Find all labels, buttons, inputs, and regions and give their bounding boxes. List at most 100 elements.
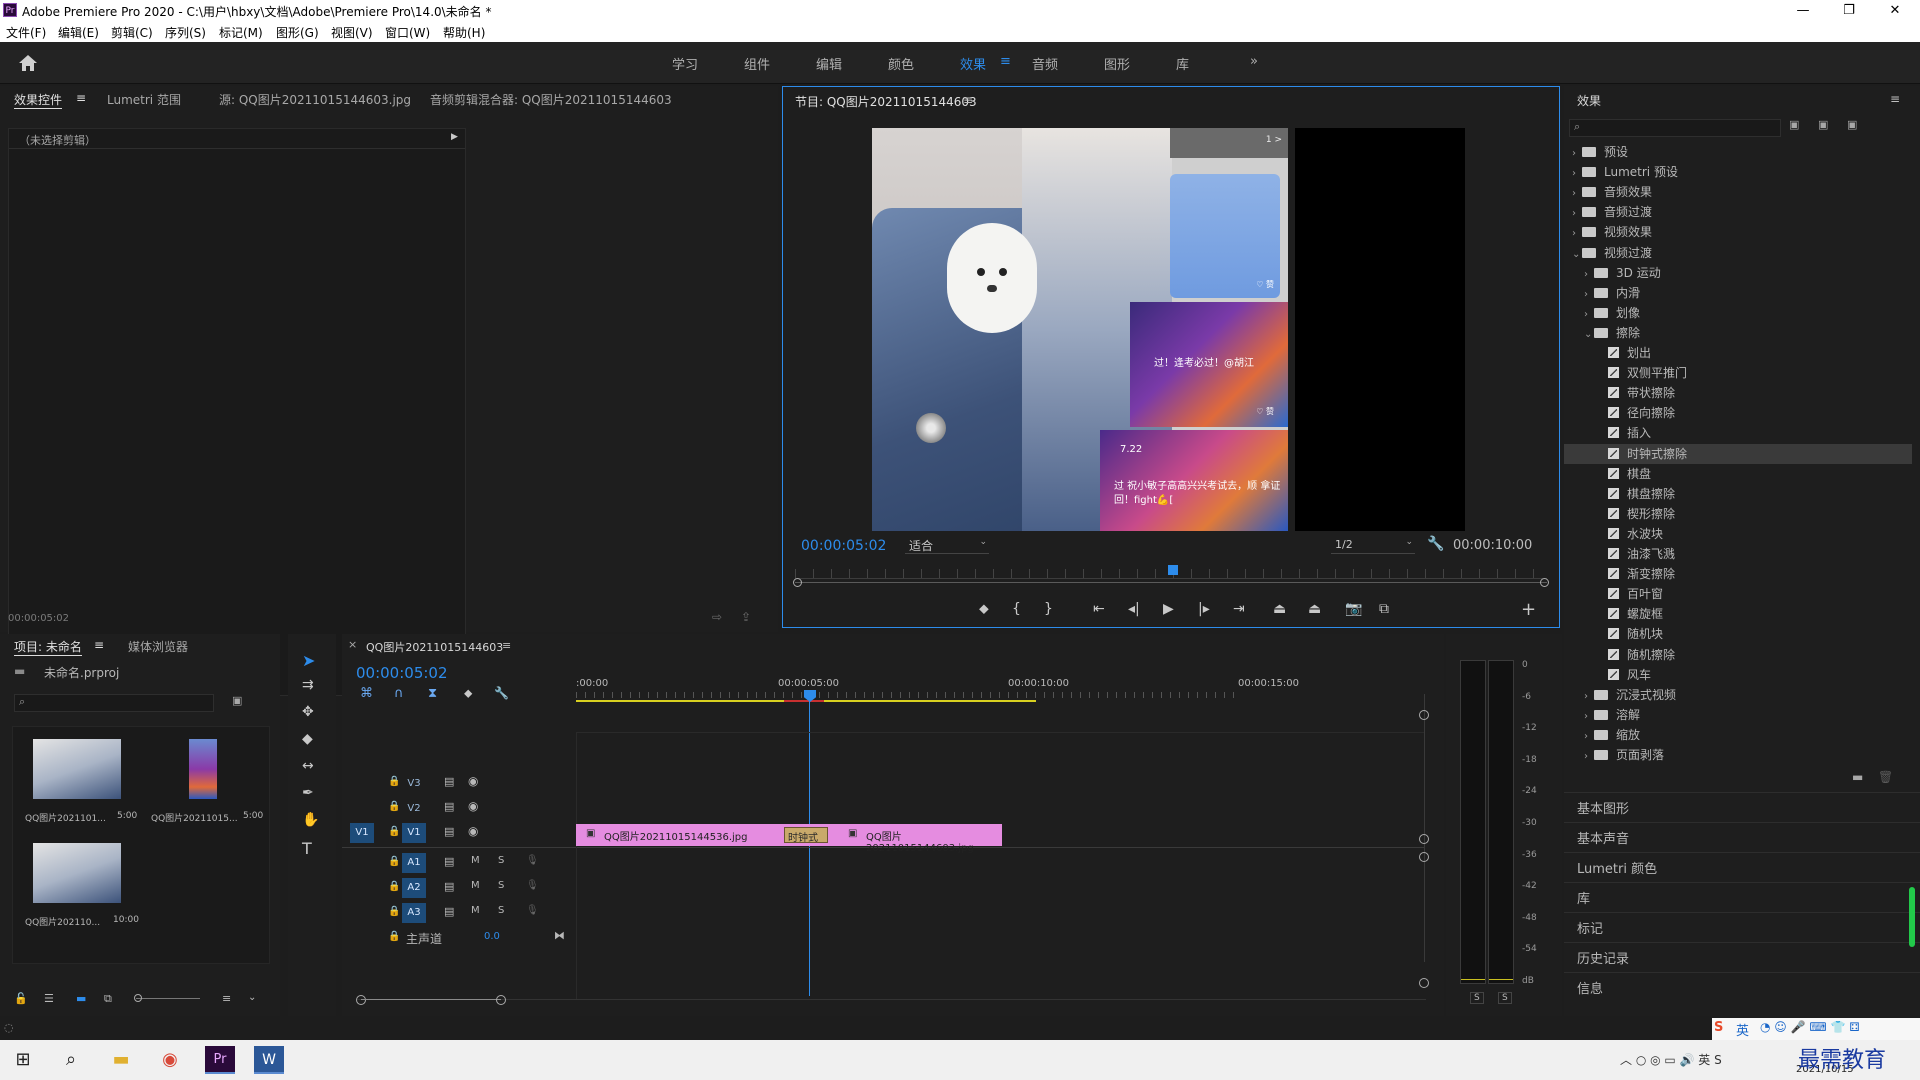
stacked-panel-libraries[interactable]: 库 bbox=[1564, 882, 1920, 907]
stacked-panel-lumetri-color[interactable]: Lumetri 颜色 bbox=[1564, 852, 1920, 877]
effects-tree-item[interactable]: 水波块 bbox=[1564, 524, 1912, 544]
system-tray-icons[interactable]: ︿ ○ ◎ ▭ 🔊 英 S bbox=[1620, 1051, 1722, 1068]
scrollbar[interactable] bbox=[1909, 887, 1915, 947]
eye-icon[interactable]: ◉ bbox=[468, 824, 478, 838]
nest-toggle-icon[interactable]: ⌘ bbox=[360, 686, 373, 701]
zoom-handle-left[interactable] bbox=[793, 578, 802, 587]
mark-out-icon[interactable]: } bbox=[1044, 601, 1053, 617]
effects-panel-title[interactable]: 效果 bbox=[1577, 92, 1601, 109]
workspace-assembly[interactable]: 组件 bbox=[744, 54, 770, 73]
stacked-panel-essential-graphics[interactable]: 基本图形 bbox=[1564, 792, 1920, 817]
menu-graphics[interactable]: 图形(G) bbox=[276, 24, 319, 41]
step-back-icon[interactable]: ◂| bbox=[1128, 601, 1140, 617]
mute-button[interactable]: M bbox=[471, 855, 480, 866]
hand-tool-icon[interactable]: ✋ bbox=[302, 812, 319, 828]
chevron-right-icon[interactable]: › bbox=[1584, 747, 1594, 767]
effects-tree-item[interactable]: › 页面剥落 bbox=[1564, 745, 1912, 765]
ripple-edit-tool-icon[interactable]: ✥ bbox=[302, 704, 314, 720]
chevron-down-icon[interactable]: ⌄ bbox=[248, 992, 256, 1003]
sort-icon[interactable]: ≡ bbox=[222, 992, 231, 1005]
file-explorer-icon[interactable]: ▬ bbox=[106, 1046, 136, 1074]
effects-tree-item[interactable]: 径向擦除 bbox=[1564, 403, 1912, 423]
32bit-effects-icon[interactable]: ▣ bbox=[1818, 118, 1828, 131]
zoom-handle-right[interactable] bbox=[496, 995, 506, 1005]
fit-dropdown[interactable]: 适合 ⌄ bbox=[905, 536, 989, 554]
chevron-down-icon[interactable]: ⌄ bbox=[1572, 245, 1582, 265]
timeline-clip[interactable]: ▣ QQ图片20211015144536.jpg bbox=[576, 824, 802, 846]
transition-clock-wipe[interactable]: 时钟式 bbox=[784, 827, 828, 844]
workspace-graphics[interactable]: 图形 bbox=[1104, 54, 1130, 73]
tab-effect-controls[interactable]: 效果控件 bbox=[14, 91, 63, 109]
eye-icon[interactable]: ◉ bbox=[468, 799, 478, 813]
effects-tree-item[interactable]: 插入 bbox=[1564, 423, 1912, 443]
workspace-more-icon[interactable]: » bbox=[1250, 54, 1258, 69]
scroll-handle[interactable] bbox=[1419, 834, 1429, 844]
effects-tree-item[interactable]: › 缩放 bbox=[1564, 725, 1912, 745]
workspace-libraries[interactable]: 库 bbox=[1176, 54, 1189, 73]
chevron-right-icon[interactable]: › bbox=[1584, 305, 1594, 325]
accelerated-effects-icon[interactable]: ▣ bbox=[1789, 118, 1799, 131]
new-bin-from-search-icon[interactable]: ▣ bbox=[232, 694, 242, 707]
step-forward-icon[interactable]: |▸ bbox=[1198, 601, 1210, 617]
tab-lumetri-scopes[interactable]: Lumetri 范围 bbox=[107, 91, 181, 108]
project-item[interactable]: QQ图片202110... 10:00 bbox=[21, 839, 139, 935]
pen-tool-icon[interactable]: ✒ bbox=[302, 785, 314, 801]
lift-icon[interactable]: ⏏ bbox=[1273, 601, 1286, 617]
tab-media-browser[interactable]: 媒体浏览器 bbox=[128, 638, 188, 655]
effects-tree-item[interactable]: › 内滑 bbox=[1564, 283, 1912, 303]
project-item[interactable]: QQ图片20211015... 5:00 bbox=[147, 735, 265, 831]
track-label-v1[interactable]: V1 bbox=[402, 823, 426, 843]
program-playhead[interactable] bbox=[1168, 565, 1178, 575]
chevron-right-icon[interactable]: › bbox=[1572, 224, 1582, 244]
workspace-learning[interactable]: 学习 bbox=[672, 54, 698, 73]
microphone-icon[interactable]: 🎙 bbox=[526, 855, 539, 866]
effects-tree-item[interactable]: 百叶窗 bbox=[1564, 584, 1912, 604]
premiere-taskbar-icon[interactable]: Pr bbox=[205, 1046, 235, 1074]
scroll-handle[interactable] bbox=[1419, 978, 1429, 988]
timeline-clip[interactable]: ▣ QQ图片20211015144603.jpg bbox=[802, 824, 1002, 854]
sync-lock-icon[interactable]: ▤ bbox=[444, 775, 454, 788]
play-icon[interactable]: ▶ bbox=[1163, 601, 1174, 617]
chevron-right-icon[interactable]: › bbox=[1584, 265, 1594, 285]
solo-button[interactable]: S bbox=[498, 905, 504, 916]
panel-menu-icon[interactable]: ≡ bbox=[76, 91, 86, 105]
sync-lock-icon[interactable]: ▤ bbox=[444, 880, 454, 893]
chevron-right-icon[interactable]: › bbox=[1572, 184, 1582, 204]
workspace-color[interactable]: 颜色 bbox=[888, 54, 914, 73]
solo-right-button[interactable]: S bbox=[1498, 992, 1512, 1004]
sync-lock-icon[interactable]: ▤ bbox=[444, 800, 454, 813]
close-sequence-icon[interactable]: × bbox=[348, 638, 357, 651]
effects-tree-item[interactable]: 渐变擦除 bbox=[1564, 564, 1912, 584]
microphone-icon[interactable]: 🎙 bbox=[526, 905, 539, 916]
word-taskbar-icon[interactable]: W bbox=[254, 1046, 284, 1074]
lock-icon[interactable]: 🔒 bbox=[388, 906, 400, 917]
source-patch-v1[interactable]: V1 bbox=[350, 823, 374, 843]
stacked-panel-info[interactable]: 信息 bbox=[1564, 972, 1920, 997]
mark-in-icon[interactable]: { bbox=[1012, 601, 1021, 617]
track-label-a2[interactable]: A2 bbox=[402, 878, 426, 898]
delete-icon[interactable]: 🗑 bbox=[1878, 770, 1893, 784]
effects-tree-item[interactable]: 时钟式擦除 bbox=[1564, 443, 1912, 464]
effects-menu-icon[interactable]: ≡ bbox=[1890, 92, 1900, 106]
comparison-view-icon[interactable]: ⧉ bbox=[1379, 601, 1389, 617]
lock-icon[interactable]: 🔒 bbox=[388, 776, 400, 787]
mute-button[interactable]: M bbox=[471, 905, 480, 916]
zoom-handle-left[interactable] bbox=[356, 995, 366, 1005]
effects-tree-item[interactable]: 风车 bbox=[1564, 665, 1912, 685]
effects-tree-item[interactable]: 随机擦除 bbox=[1564, 645, 1912, 665]
scroll-handle[interactable] bbox=[1419, 852, 1429, 862]
chevron-right-icon[interactable]: › bbox=[1584, 707, 1594, 727]
solo-button[interactable]: S bbox=[498, 880, 504, 891]
eye-icon[interactable]: ◉ bbox=[468, 774, 478, 788]
sync-lock-icon[interactable]: ▤ bbox=[444, 825, 454, 838]
effects-tree-item[interactable]: 油漆飞溅 bbox=[1564, 544, 1912, 564]
effects-tree-item[interactable]: 划出 bbox=[1564, 343, 1912, 363]
export-icon[interactable]: ⇪ bbox=[741, 610, 751, 624]
project-search-input[interactable]: ⌕ bbox=[14, 694, 214, 712]
menu-sequence[interactable]: 序列(S) bbox=[165, 24, 206, 41]
effects-tree-item[interactable]: 螺旋框 bbox=[1564, 604, 1912, 624]
ime-toolbar[interactable]: S 英 ◔ ☺ 🎤 ⌨ 👕 ⚃ bbox=[1712, 1018, 1920, 1040]
track-label-a3[interactable]: A3 bbox=[402, 903, 426, 923]
effects-tree-item[interactable]: › 音频过渡 bbox=[1564, 202, 1912, 222]
wrench-icon[interactable]: 🔧 bbox=[1427, 536, 1444, 552]
